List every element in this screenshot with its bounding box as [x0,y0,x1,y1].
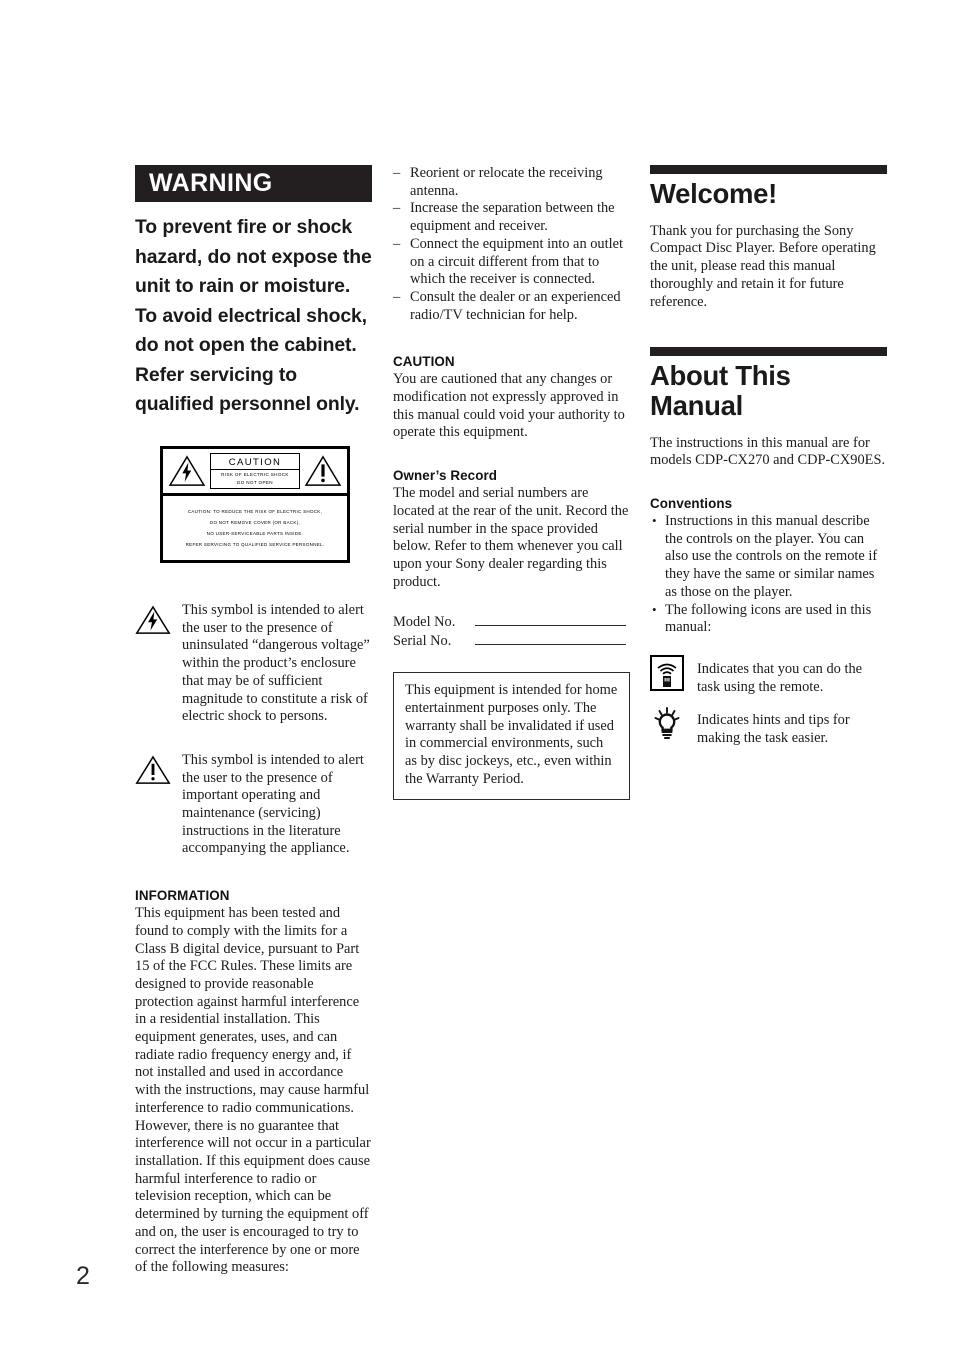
information-body: This equipment has been tested and found… [135,905,371,1276]
tip-icon-legend-row: Indicates hints and tips for making the … [650,706,887,747]
caution-line-4: REFER SERVICING TO QUALIFIED SERVICE PER… [185,541,325,547]
warning-heading-bar: WARNING [135,165,372,202]
caution-section-body: You are cautioned that any changes or mo… [393,371,625,441]
lightning-triangle-icon [135,605,171,634]
list-item: – Consult the dealer or an experienced ra… [393,289,630,324]
about-manual-body: The instructions in this manual are for … [650,434,886,469]
measure-text: Increase the separation between the equi… [410,200,615,235]
information-heading: INFORMATION [135,888,230,904]
conventions-list: • Instructions in this manual describe th… [650,513,887,637]
caution-title: CAUTION [211,457,299,470]
remote-icon-legend-text: Indicates that you can do the task using… [697,660,863,695]
exclamation-triangle-icon [135,755,171,784]
warranty-notice-text: This equipment is intended for home ente… [405,682,618,787]
about-manual-rule-bar [650,347,887,357]
caution-section-heading: CAUTION [393,354,455,370]
caution-label-graphic: CAUTION RISK OF ELECTRIC SHOCK DO NOT OP… [160,446,350,563]
left-column-lower: This symbol is intended to alert the use… [135,602,372,1277]
manual-page: WARNING To prevent fire or shock hazard,… [0,0,954,1351]
dash-bullet-icon: – [393,235,401,252]
list-item: – Connect the equipment into an outlet on… [393,236,630,289]
left-column: WARNING To prevent fire or shock hazard,… [135,165,372,420]
right-column: Welcome! Thank you for purchasing the So… [650,165,887,748]
measure-text: Connect the equipment into an outlet on … [410,235,624,288]
caution-subtitle-1: RISK OF ELECTRIC SHOCK [221,471,289,477]
model-number-input[interactable] [475,614,626,627]
bullet-icon: • [652,512,657,528]
serial-number-record: Serial No. [393,632,630,651]
warning-body-line-2: To avoid electrical shock, do not open t… [135,304,367,416]
conventions-heading: Conventions [650,495,733,511]
owners-record-heading: Owner’s Record [393,468,498,484]
welcome-rule-bar [650,165,887,174]
list-item: – Increase the separation between the equ… [393,200,630,235]
exclamation-triangle-icon [304,455,342,486]
exclamation-symbol-text: This symbol is intended to alert the use… [182,751,364,857]
exclamation-symbol-row: This symbol is intended to alert the use… [135,752,372,858]
list-item: – Reorient or relocate the receiving ante… [393,165,630,200]
warning-body-line-1: To prevent fire or shock hazard, do not … [135,216,372,297]
page-number: 2 [76,1262,90,1290]
measure-text: Consult the dealer or an experienced rad… [410,288,621,323]
caution-line-2: DO NOT REMOVE COVER (OR BACK), [209,519,301,525]
convention-text: Instructions in this manual describe the… [665,512,878,600]
list-item: • Instructions in this manual describe th… [650,513,887,602]
remote-icon-legend-row: Indicates that you can do the task using… [650,654,887,696]
caution-line-3: NO USER-SERVICEABLE PARTS INSIDE. [206,530,304,536]
lightning-symbol-text: This symbol is intended to alert the use… [182,602,370,725]
tip-icon-legend-text: Indicates hints and tips for making the … [697,712,850,747]
measure-text: Reorient or relocate the receiving anten… [410,165,603,199]
list-item: • The following icons are used in this ma… [650,602,887,637]
lightning-triangle-icon [168,455,206,486]
lightning-symbol-row: This symbol is intended to alert the use… [135,602,372,726]
caution-center-block: CAUTION RISK OF ELECTRIC SHOCK DO NOT OP… [210,453,300,489]
dash-bullet-icon: – [393,200,401,217]
dash-bullet-icon: – [393,165,401,181]
warning-body: To prevent fire or shock hazard, do not … [135,213,372,420]
welcome-body: Thank you for purchasing the Sony Compac… [650,222,876,310]
warranty-notice-box: This equipment is intended for home ente… [393,672,630,800]
corrective-measures-list: – Reorient or relocate the receiving ante… [393,165,630,324]
serial-number-label: Serial No. [393,633,452,650]
bullet-icon: • [652,601,657,617]
caution-line-1: CAUTION: TO REDUCE THE RISK OF ELECTRIC … [187,508,323,514]
about-manual-heading: About This Manual [650,360,791,421]
convention-text: The following icons are used in this man… [665,601,872,636]
caution-label-top-row: CAUTION RISK OF ELECTRIC SHOCK DO NOT OP… [163,449,347,496]
caution-subtitle-2: DO NOT OPEN [237,479,273,485]
middle-column: – Reorient or relocate the receiving ante… [393,165,630,800]
welcome-heading: Welcome! [650,178,777,209]
light-bulb-tip-icon [654,707,680,740]
owners-record-body: The model and serial numbers are located… [393,485,629,590]
model-number-record: Model No. [393,613,630,632]
model-number-label: Model No. [393,614,456,631]
dash-bullet-icon: – [393,288,401,305]
caution-label-bottom-text: CAUTION: TO REDUCE THE RISK OF ELECTRIC … [163,496,347,560]
remote-control-icon [650,654,684,691]
serial-number-input[interactable] [475,633,626,646]
